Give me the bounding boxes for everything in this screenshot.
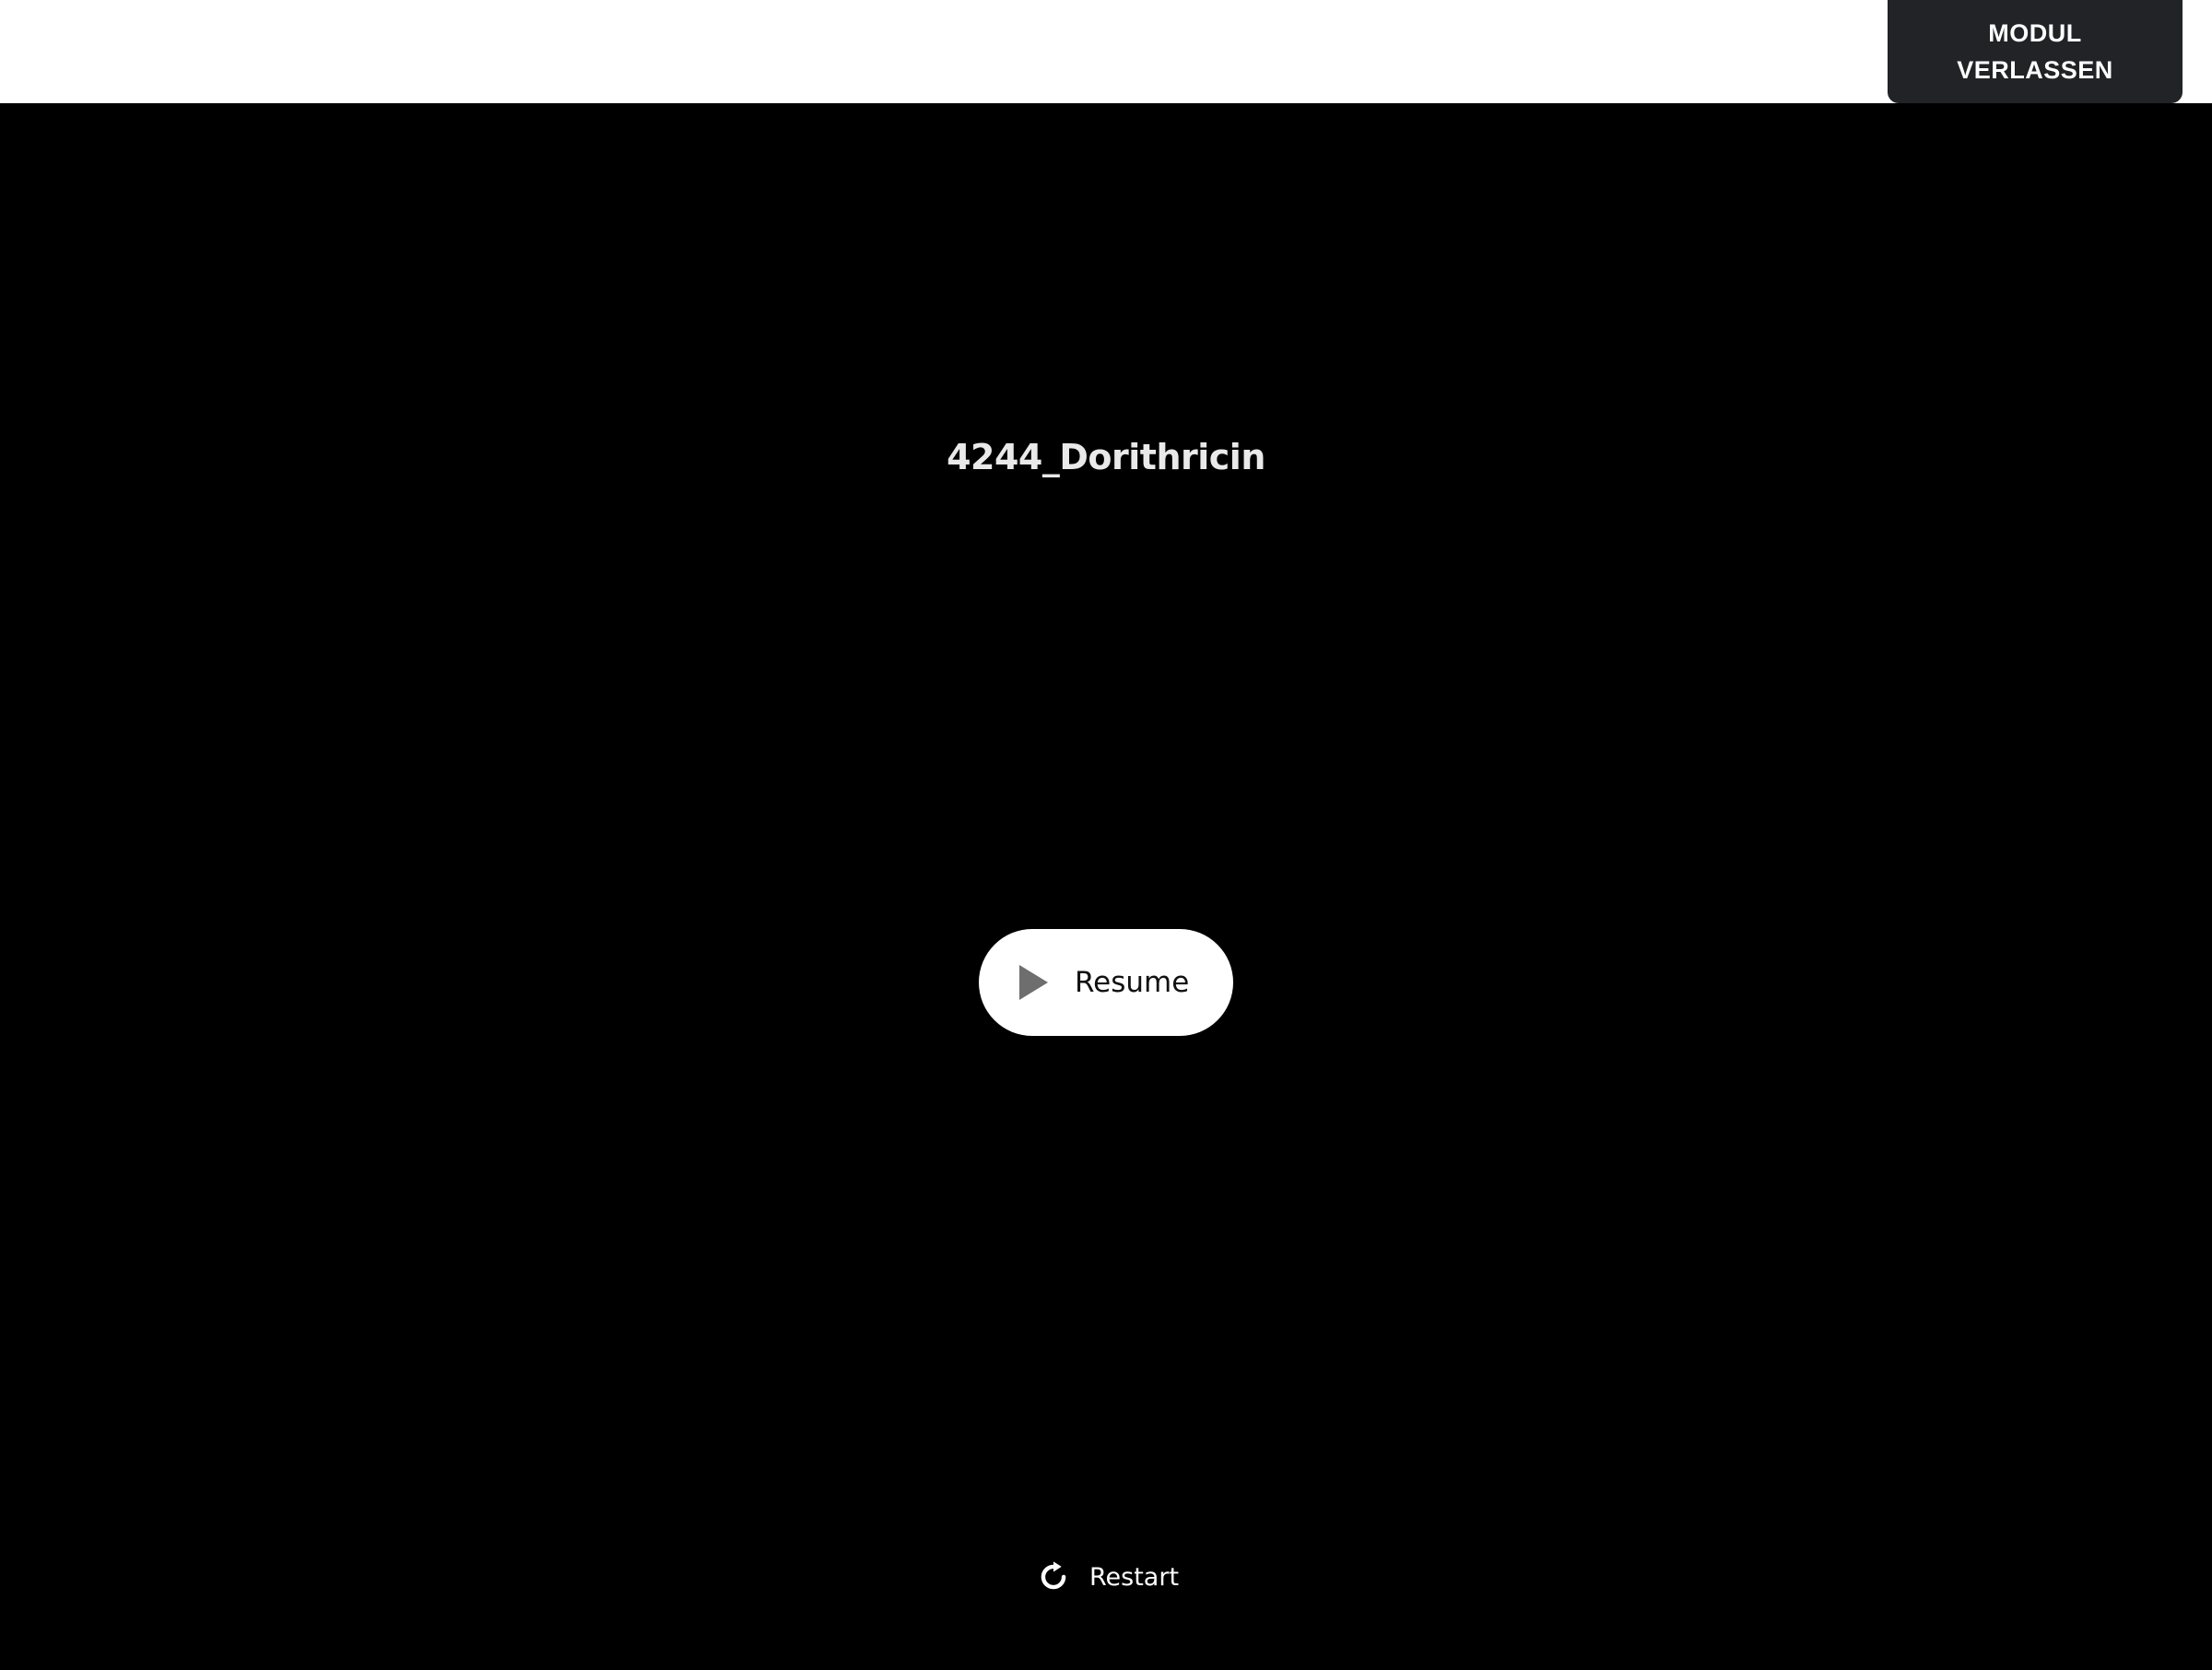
exit-module-button[interactable]: MODUL VERLASSEN [1888, 0, 2183, 103]
resume-button[interactable]: Resume [979, 929, 1233, 1036]
resume-label: Resume [1075, 966, 1190, 999]
play-icon [1019, 965, 1048, 1000]
module-title: 4244_Dorithricin [947, 437, 1265, 477]
restart-icon [1041, 1561, 1066, 1590]
top-bar: MODUL VERLASSEN [0, 0, 2212, 103]
restart-button[interactable]: Restart [1036, 1554, 1179, 1600]
restart-label: Restart [1089, 1562, 1180, 1592]
module-player: 4244_Dorithricin Resume Restart [0, 103, 2212, 1670]
